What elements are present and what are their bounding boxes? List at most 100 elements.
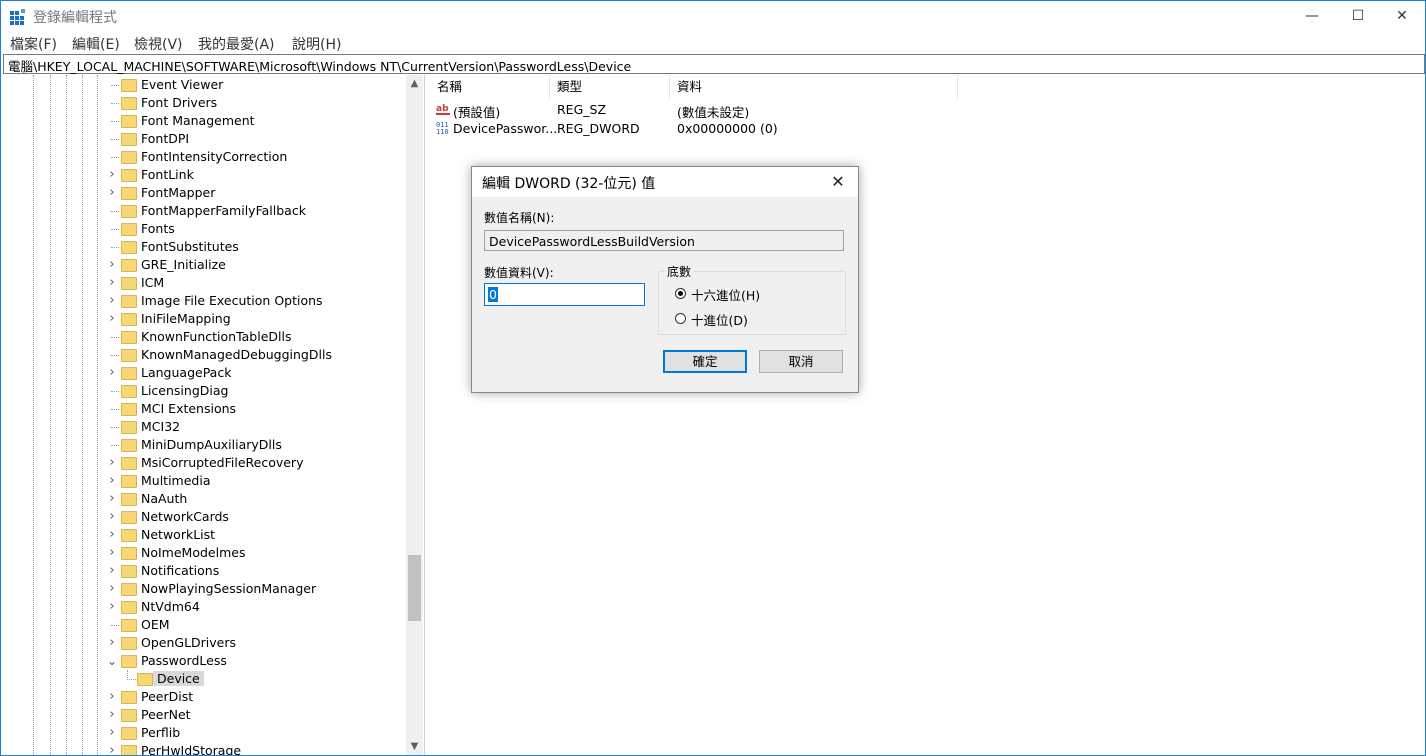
scroll-thumb[interactable] [408, 555, 421, 621]
tree-item[interactable]: › PeerDist [3, 688, 403, 706]
tree-item[interactable]: Device [3, 670, 403, 688]
tree-item[interactable]: › NowPlayingSessionManager [3, 580, 403, 598]
tree-item[interactable]: MiniDumpAuxiliaryDlls [3, 436, 403, 454]
chevron-right-icon[interactable]: › [107, 510, 117, 523]
tree-item[interactable]: › NoImeModelmes [3, 544, 403, 562]
close-button[interactable]: ✕ [1379, 1, 1425, 31]
minimize-button[interactable]: — [1289, 1, 1335, 31]
tree-item[interactable]: › Notifications [3, 562, 403, 580]
tree-item[interactable]: › NtVdm64 [3, 598, 403, 616]
chevron-right-icon[interactable]: › [107, 456, 117, 469]
chevron-right-icon[interactable]: › [107, 186, 117, 199]
tree-connector [111, 229, 119, 230]
value-row[interactable]: 011 110 DevicePasswor... REG_DWORD 0x0000… [430, 119, 1030, 138]
value-name-label: 數值名稱(N): [484, 211, 555, 225]
tree-item[interactable]: › PeerNet [3, 706, 403, 724]
menu-bar: 檔案(F) 編輯(E) 檢視(V) 我的最愛(A) 說明(H) [1, 31, 1425, 53]
menu-help[interactable]: 說明(H) [292, 34, 341, 54]
tree-item[interactable]: › ICM [3, 274, 403, 292]
tree-item[interactable]: › NaAuth [3, 490, 403, 508]
tree-connector [111, 85, 119, 86]
scroll-down-arrow-icon[interactable]: ▼ [406, 738, 423, 755]
decimal-radio-label[interactable]: 十進位(D) [691, 310, 748, 329]
chevron-right-icon[interactable]: › [107, 546, 117, 559]
chevron-right-icon[interactable]: › [107, 168, 117, 181]
tree-item-label: KnownManagedDebuggingDlls [141, 347, 332, 362]
tree-item[interactable]: › Perflib [3, 724, 403, 742]
tree-item-label: Notifications [141, 563, 220, 578]
tree-item[interactable]: › FontLink [3, 166, 403, 184]
tree-item[interactable]: › NetworkCards [3, 508, 403, 526]
chevron-right-icon[interactable]: › [107, 600, 117, 613]
tree-item[interactable]: › IniFileMapping [3, 310, 403, 328]
cancel-button[interactable]: 取消 [759, 350, 843, 373]
tree-item[interactable]: › FontMapper [3, 184, 403, 202]
menu-edit[interactable]: 編輯(E) [72, 34, 120, 54]
hex-radio-label[interactable]: 十六進位(H) [691, 285, 760, 304]
dialog-title-bar[interactable]: 編輯 DWORD (32-位元) 值 ✕ [472, 167, 858, 197]
tree-item[interactable]: › Multimedia [3, 472, 403, 490]
tree-item[interactable]: FontIntensityCorrection [3, 148, 403, 166]
tree-item[interactable]: MCI32 [3, 418, 403, 436]
menu-file[interactable]: 檔案(F) [10, 34, 57, 54]
maximize-button[interactable]: ☐ [1335, 1, 1381, 31]
tree-item[interactable]: FontMapperFamilyFallback [3, 202, 403, 220]
chevron-right-icon[interactable]: › [107, 690, 117, 703]
tree-item[interactable]: Fonts [3, 220, 403, 238]
value-row[interactable]: ab (預設值) REG_SZ (數值未設定) [430, 100, 1030, 120]
chevron-right-icon[interactable]: › [107, 744, 117, 755]
folder-icon [121, 637, 137, 650]
tree-item[interactable]: › LanguagePack [3, 364, 403, 382]
tree-item[interactable]: Font Management [3, 112, 403, 130]
tree-item[interactable]: LicensingDiag [3, 382, 403, 400]
menu-favorites[interactable]: 我的最愛(A) [198, 34, 275, 54]
tree-item[interactable]: ⌄ PasswordLess [3, 652, 403, 670]
tree-item[interactable]: FontDPI [3, 130, 403, 148]
tree-item[interactable]: › NetworkList [3, 526, 403, 544]
value-data-input[interactable]: 0 [484, 283, 645, 306]
column-header-data[interactable]: 資料 [670, 75, 958, 99]
chevron-right-icon[interactable]: › [107, 582, 117, 595]
tree-item[interactable]: KnownManagedDebuggingDlls [3, 346, 403, 364]
tree-scrollbar[interactable]: ▲ ▼ [406, 75, 423, 755]
hex-radio[interactable] [675, 288, 686, 299]
chevron-right-icon[interactable]: › [107, 312, 117, 325]
chevron-right-icon[interactable]: › [107, 294, 117, 307]
chevron-right-icon[interactable]: › [107, 708, 117, 721]
dialog-title: 編輯 DWORD (32-位元) 值 [482, 176, 656, 192]
tree-item[interactable]: › GRE_Initialize [3, 256, 403, 274]
dialog-close-icon[interactable]: ✕ [826, 170, 850, 194]
tree-item[interactable]: Font Drivers [3, 94, 403, 112]
chevron-right-icon[interactable]: › [107, 276, 117, 289]
tree-item[interactable]: FontSubstitutes [3, 238, 403, 256]
chevron-right-icon[interactable]: › [107, 726, 117, 739]
title-bar[interactable]: 登錄編輯程式 — ☐ ✕ [1, 1, 1425, 31]
chevron-down-icon[interactable]: ⌄ [107, 655, 117, 667]
tree-item[interactable]: Event Viewer [3, 76, 403, 94]
tree-item[interactable]: KnownFunctionTableDlls [3, 328, 403, 346]
column-header-type[interactable]: 類型 [550, 75, 670, 99]
scroll-up-arrow-icon[interactable]: ▲ [406, 75, 423, 92]
address-bar[interactable]: 電腦\HKEY_LOCAL_MACHINE\SOFTWARE\Microsoft… [3, 54, 1425, 74]
tree-item[interactable]: › MsiCorruptedFileRecovery [3, 454, 403, 472]
tree-item-label: Fonts [141, 221, 175, 236]
menu-view[interactable]: 檢視(V) [134, 34, 183, 54]
tree-item[interactable]: OEM [3, 616, 403, 634]
tree-item[interactable]: › PerHwIdStorage [3, 742, 403, 755]
chevron-right-icon[interactable]: › [107, 636, 117, 649]
chevron-right-icon[interactable]: › [107, 564, 117, 577]
chevron-right-icon[interactable]: › [107, 474, 117, 487]
chevron-right-icon[interactable]: › [107, 258, 117, 271]
chevron-right-icon[interactable]: › [107, 366, 117, 379]
tree-item-label: MCI32 [141, 419, 181, 434]
column-header-name[interactable]: 名稱 [430, 75, 550, 99]
tree-item[interactable]: › OpenGLDrivers [3, 634, 403, 652]
ok-button[interactable]: 確定 [663, 350, 747, 373]
folder-icon [121, 565, 137, 578]
tree-item[interactable]: MCI Extensions [3, 400, 403, 418]
tree-item-label: NetworkList [141, 527, 216, 542]
chevron-right-icon[interactable]: › [107, 492, 117, 505]
chevron-right-icon[interactable]: › [107, 528, 117, 541]
decimal-radio[interactable] [675, 313, 686, 324]
tree-item[interactable]: › Image File Execution Options [3, 292, 403, 310]
